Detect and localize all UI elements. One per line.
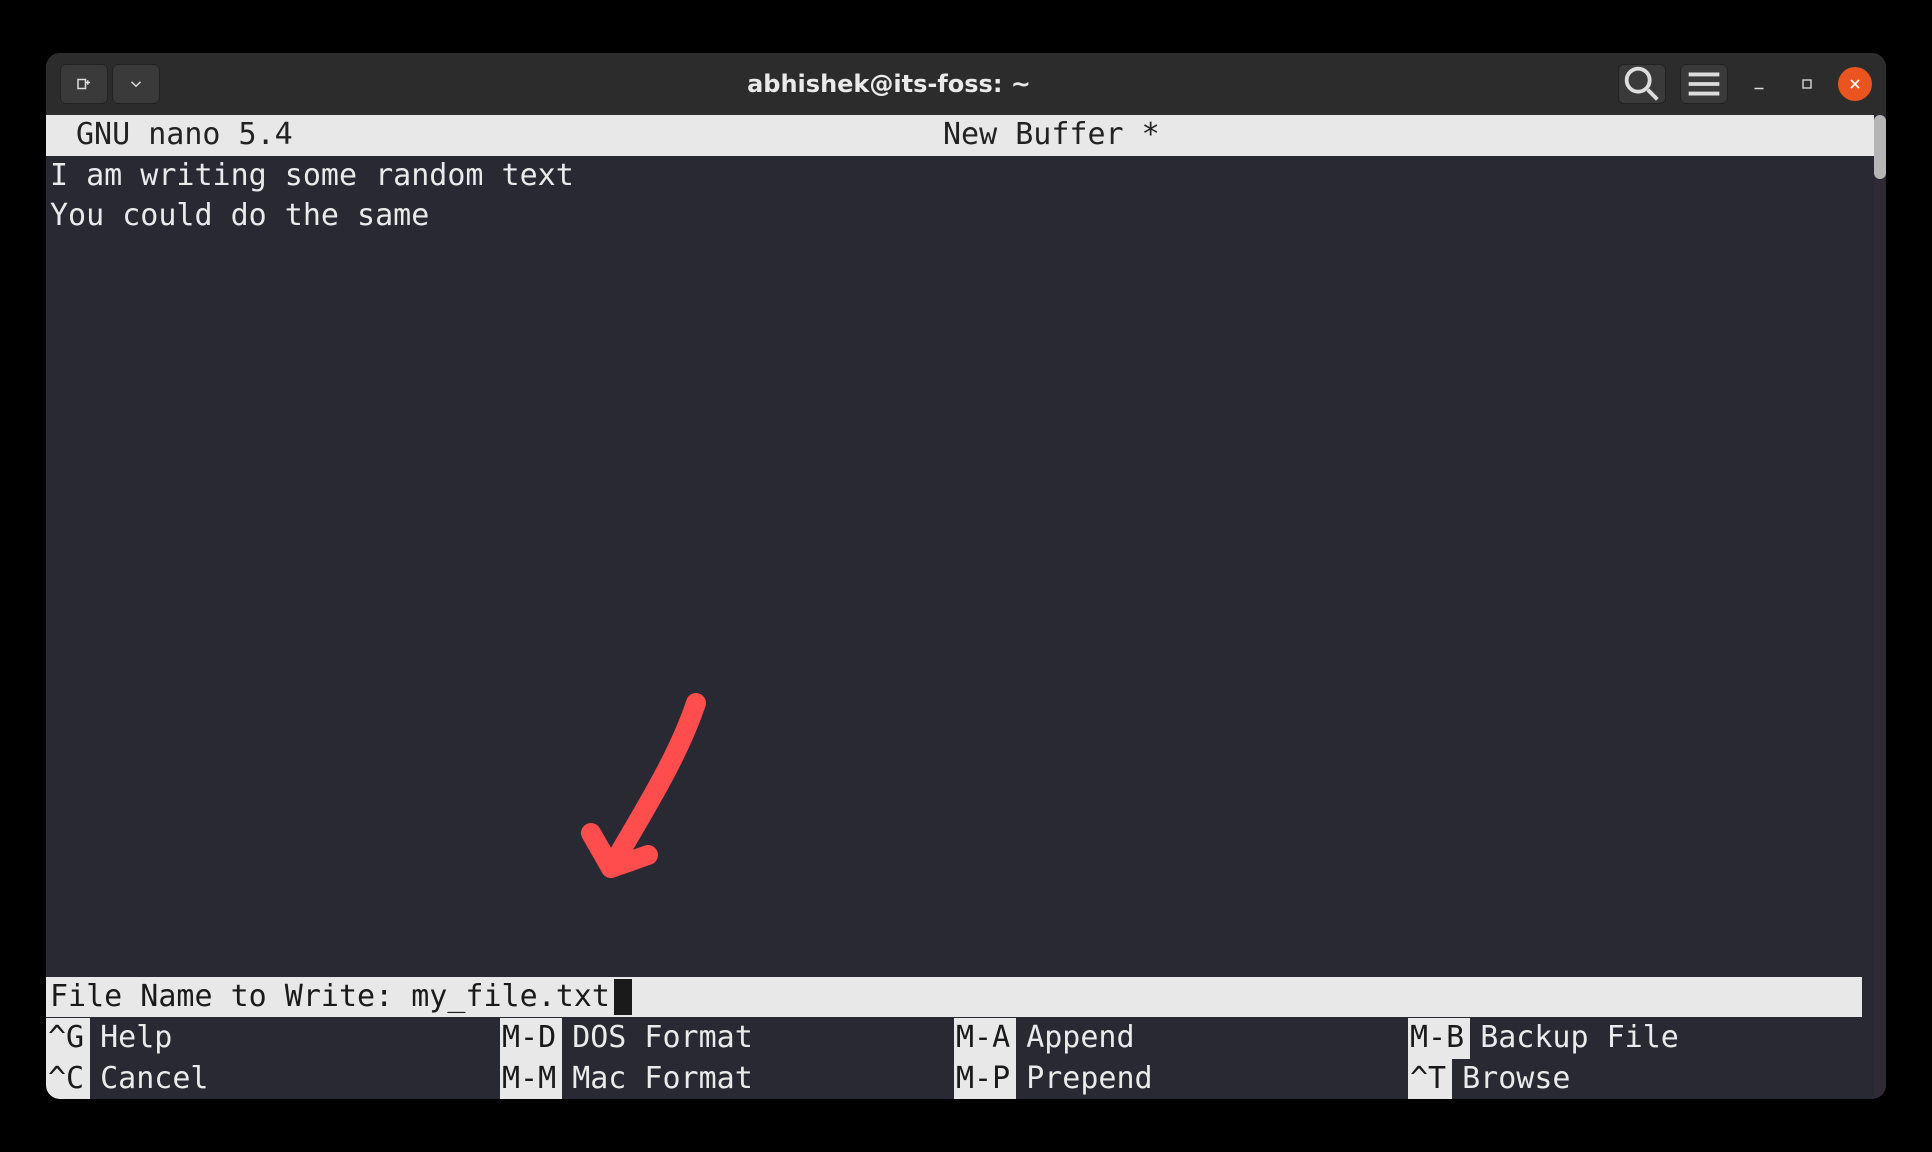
shortcut-row: ^C Cancel M-M Mac Format M-P Prepend ^T … xyxy=(46,1059,1862,1100)
new-tab-button[interactable] xyxy=(60,64,108,104)
editor-line: You could do the same xyxy=(50,198,429,233)
shortcut-bar: ^G Help M-D DOS Format M-A Append M-B Ba… xyxy=(46,1018,1862,1099)
shortcut-key: M-P xyxy=(954,1059,1016,1100)
maximize-button[interactable] xyxy=(1790,67,1824,101)
shortcut-row: ^G Help M-D DOS Format M-A Append M-B Ba… xyxy=(46,1018,1862,1059)
shortcut-label: Mac Format xyxy=(562,1059,753,1100)
minimize-icon xyxy=(1750,75,1768,93)
filename-prompt[interactable]: File Name to Write: my_file.txt xyxy=(46,977,1862,1018)
text-cursor xyxy=(614,979,632,1015)
shortcut-label: Append xyxy=(1016,1018,1134,1059)
tab-dropdown-button[interactable] xyxy=(112,64,160,104)
chevron-down-icon xyxy=(127,75,145,93)
search-icon xyxy=(1619,61,1665,107)
shortcut-dos-format[interactable]: M-D DOS Format xyxy=(500,1018,954,1059)
shortcut-cancel[interactable]: ^C Cancel xyxy=(46,1059,500,1100)
minimize-button[interactable] xyxy=(1742,67,1776,101)
editor-line: I am writing some random text xyxy=(50,158,574,193)
search-button[interactable] xyxy=(1618,64,1666,104)
shortcut-browse[interactable]: ^T Browse xyxy=(1408,1059,1862,1100)
prompt-label: File Name to Write: xyxy=(50,977,411,1018)
titlebar: abhishek@its-foss: ~ xyxy=(46,53,1886,115)
shortcut-label: DOS Format xyxy=(562,1018,753,1059)
shortcut-label: Cancel xyxy=(90,1059,208,1100)
shortcut-label: Prepend xyxy=(1016,1059,1152,1100)
shortcut-help[interactable]: ^G Help xyxy=(46,1018,500,1059)
shortcut-prepend[interactable]: M-P Prepend xyxy=(954,1059,1408,1100)
shortcut-backup-file[interactable]: M-B Backup File xyxy=(1408,1018,1862,1059)
shortcut-key: M-A xyxy=(954,1018,1016,1059)
shortcut-key: M-M xyxy=(500,1059,562,1100)
maximize-icon xyxy=(1799,76,1815,92)
prompt-value: my_file.txt xyxy=(411,977,610,1018)
shortcut-label: Browse xyxy=(1452,1059,1570,1100)
nano-titlebar: GNU nano 5.4 New Buffer * xyxy=(46,115,1874,156)
scrollbar-thumb[interactable] xyxy=(1874,115,1886,179)
shortcut-key: ^G xyxy=(46,1018,90,1059)
window-title: abhishek@its-foss: ~ xyxy=(168,70,1610,98)
nano-version: GNU nano 5.4 xyxy=(50,115,293,156)
shortcut-append[interactable]: M-A Append xyxy=(954,1018,1408,1059)
shortcut-key: M-D xyxy=(500,1018,562,1059)
shortcut-key: M-B xyxy=(1408,1018,1470,1059)
nano-buffer-name: New Buffer * xyxy=(293,115,1870,156)
shortcut-key: ^C xyxy=(46,1059,90,1100)
shortcut-mac-format[interactable]: M-M Mac Format xyxy=(500,1059,954,1100)
new-tab-icon xyxy=(75,75,93,93)
hamburger-menu-button[interactable] xyxy=(1680,64,1728,104)
close-button[interactable] xyxy=(1838,67,1872,101)
editor-content[interactable]: I am writing some random text You could … xyxy=(46,156,1874,237)
shortcut-key: ^T xyxy=(1408,1059,1452,1100)
terminal-viewport[interactable]: GNU nano 5.4 New Buffer * I am writing s… xyxy=(46,115,1886,1099)
shortcut-label: Backup File xyxy=(1470,1018,1679,1059)
shortcut-label: Help xyxy=(90,1018,172,1059)
hamburger-icon xyxy=(1681,61,1727,107)
close-icon xyxy=(1847,76,1863,92)
terminal-window: abhishek@its-foss: ~ GNU nano 5.4 New B xyxy=(46,53,1886,1099)
